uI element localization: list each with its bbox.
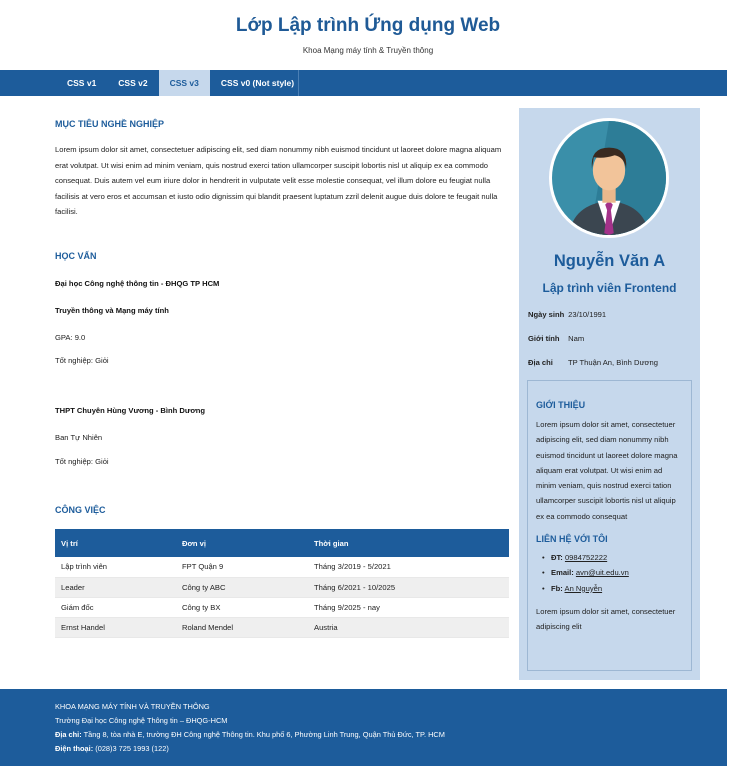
nav-item-css-v1[interactable]: CSS v1 — [56, 70, 107, 96]
footer-phone: Điện thoại: (028)3 725 1993 (122) — [55, 742, 727, 756]
contact-email-link[interactable]: avn@uit.edu.vn — [576, 568, 629, 577]
contact-phone-label: ĐT: — [551, 553, 563, 563]
profile-name: Nguyễn Văn A — [553, 252, 666, 270]
table-header-time: Thời gian — [308, 529, 509, 557]
table-cell: FPT Quận 9 — [176, 557, 308, 578]
jobs-title: CÔNG VIỆC — [55, 505, 106, 515]
table-header-row: Vị trí Đơn vị Thời gian — [55, 529, 509, 557]
footer-phone-label: Điện thoại: — [55, 744, 94, 753]
info-address-value: TP Thuận An, Bình Dương — [567, 358, 658, 367]
career-title: MỤC TIÊU NGHỀ NGHIỆP — [55, 119, 165, 129]
table-row: Lập trình viên FPT Quận 9 Tháng 3/2019 -… — [55, 557, 509, 578]
info-gender: Giới tính Nam — [528, 334, 584, 343]
contact-phone: • ĐT: 0984752222 — [536, 550, 683, 565]
nav-item-css-v2[interactable]: CSS v2 — [107, 70, 158, 96]
education-highschool: THPT Chuyên Hùng Vương - Bình Dương — [55, 406, 206, 415]
contact-email: • Email: avn@uit.edu.vn — [536, 565, 683, 580]
table-cell: Austria — [308, 617, 509, 638]
contact-list: • ĐT: 0984752222 • Email: avn@uit.edu.vn… — [536, 550, 683, 596]
footer-address-label: Địa chỉ: — [55, 730, 82, 739]
table-cell: Leader — [55, 577, 176, 598]
footer-phone-value: (028)3 725 1993 (122) — [95, 744, 169, 753]
contact-facebook-link[interactable]: An Nguyễn — [565, 584, 603, 593]
education-title: HỌC VẤN — [55, 251, 97, 261]
table-header-company: Đơn vị — [176, 529, 308, 557]
info-gender-value: Nam — [568, 334, 585, 343]
navbar: CSS v1 CSS v2 CSS v3 CSS v0 (Not style) — [0, 70, 727, 96]
nav-divider — [298, 70, 299, 96]
about-box: GIỚI THIỆU Lorem ipsum dolor sit amet, c… — [527, 380, 692, 671]
page-header: Lớp Lập trình Ứng dụng Web Khoa Mạng máy… — [0, 0, 736, 70]
jobs-table: Vị trí Đơn vị Thời gian Lập trình viên F… — [55, 529, 509, 638]
about-title: GIỚI THIỆU — [536, 400, 586, 410]
info-birth-label: Ngày sinh — [528, 310, 565, 319]
table-cell: Roland Mendel — [176, 617, 308, 638]
table-cell: Ernst Handel — [55, 617, 176, 638]
table-row: Ernst Handel Roland Mendel Austria — [55, 617, 509, 638]
footer-address: Địa chỉ: Tầng 8, tòa nhà E, trường ĐH Cô… — [55, 728, 727, 742]
bullet-icon: • — [542, 568, 545, 578]
info-birth-value: 23/10/1991 — [568, 310, 607, 319]
table-row: Giám đốc Công ty BX Tháng 9/2025 - nay — [55, 597, 509, 618]
table-row: Leader Công ty ABC Tháng 6/2021 - 10/202… — [55, 577, 509, 598]
table-cell: Tháng 9/2025 - nay — [308, 597, 509, 618]
education-university: Đại học Công nghệ thông tin - ĐHQG TP HC… — [55, 279, 220, 288]
site-subtitle: Khoa Mạng máy tính & Truyền thông — [302, 46, 434, 55]
footer-school: Trường Đại học Công nghệ Thông tin – ĐHQ… — [55, 716, 228, 725]
table-header-position: Vị trí — [55, 529, 176, 557]
info-gender-label: Giới tính — [528, 334, 560, 343]
table-cell: Lập trình viên — [55, 557, 176, 578]
about-text: Lorem ipsum dolor sit amet, consectetuer… — [536, 420, 678, 521]
education-grade: Tốt nghiệp: Giỏi — [55, 356, 109, 365]
profile-role: Lập trình viên Frontend — [542, 281, 677, 295]
profile-sidebar: Nguyễn Văn A Lập trình viên Frontend Ngà… — [519, 108, 700, 680]
bullet-icon: • — [542, 583, 545, 593]
info-address: Địa chỉ TP Thuận An, Bình Dương — [528, 358, 658, 367]
page-footer: KHOA MẠNG MÁY TÍNH VÀ TRUYỀN THÔNG Trườn… — [0, 689, 727, 766]
nav-item-css-v0[interactable]: CSS v0 (Not style) — [210, 70, 305, 96]
info-address-label: Địa chỉ — [528, 358, 553, 367]
contact-facebook: • Fb: An Nguyễn — [536, 581, 683, 596]
education-gpa: GPA: 9.0 — [55, 333, 86, 342]
table-cell: Công ty ABC — [176, 577, 308, 598]
nav-items: CSS v1 CSS v2 CSS v3 CSS v0 (Not style) — [56, 70, 305, 96]
user-avatar-icon — [552, 121, 666, 235]
education-grade-highschool: Tốt nghiệp: Giỏi — [55, 457, 109, 466]
avatar — [549, 118, 669, 238]
career-text: Lorem ipsum dolor sit amet, consectetuer… — [55, 145, 502, 216]
contact-title: LIÊN HỆ VỚI TÔI — [536, 534, 608, 545]
contact-phone-link[interactable]: 0984752222 — [565, 553, 607, 562]
contact-text: Lorem ipsum dolor sit amet, consectetuer… — [536, 606, 676, 632]
footer-address-value: Tầng 8, tòa nhà E, trường ĐH Công nghệ T… — [83, 730, 445, 739]
contact-facebook-label: Fb: — [551, 583, 563, 593]
bullet-icon: • — [542, 553, 545, 563]
info-birth: Ngày sinh 23/10/1991 — [528, 310, 606, 319]
table-cell: Tháng 6/2021 - 10/2025 — [308, 577, 509, 598]
table-cell: Giám đốc — [55, 597, 176, 618]
footer-org: KHOA MẠNG MÁY TÍNH VÀ TRUYỀN THÔNG — [55, 702, 210, 711]
education-track: Ban Tự Nhiên — [55, 433, 103, 442]
table-cell: Tháng 3/2019 - 5/2021 — [308, 557, 509, 578]
nav-item-css-v3[interactable]: CSS v3 — [158, 70, 210, 96]
table-cell: Công ty BX — [176, 597, 308, 618]
education-major: Truyền thông và Mạng máy tính — [55, 306, 169, 315]
site-title: Lớp Lập trình Ứng dụng Web — [235, 15, 501, 36]
contact-email-label: Email: — [551, 568, 574, 578]
